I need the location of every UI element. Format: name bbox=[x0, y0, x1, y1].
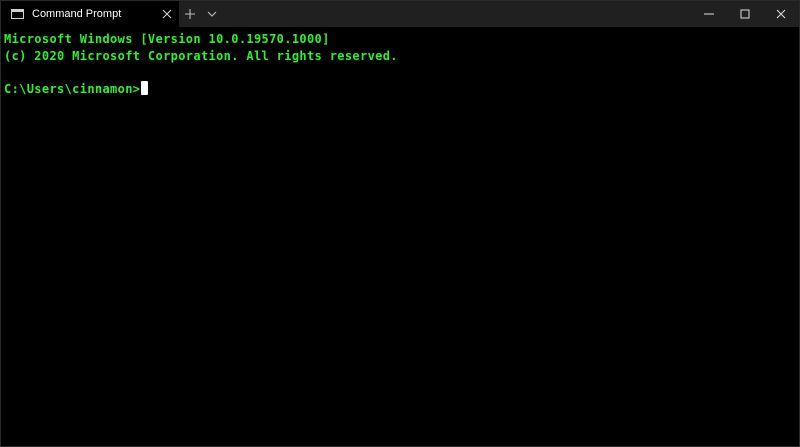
close-icon bbox=[162, 9, 172, 19]
terminal-window: Command Prompt Microsoft Windows [Versio… bbox=[0, 0, 800, 447]
close-icon bbox=[776, 9, 786, 19]
close-window-button[interactable] bbox=[763, 1, 799, 27]
plus-icon bbox=[185, 9, 195, 19]
terminal-icon bbox=[11, 9, 24, 19]
chevron-down-icon bbox=[207, 11, 217, 17]
title-bar[interactable]: Command Prompt bbox=[1, 1, 799, 27]
terminal-output[interactable]: Microsoft Windows [Version 10.0.19570.10… bbox=[4, 31, 794, 441]
new-tab-dropdown-button[interactable] bbox=[201, 1, 223, 27]
maximize-icon bbox=[740, 9, 750, 19]
prompt-line[interactable]: C:\Users\cinnamon> bbox=[4, 80, 794, 98]
new-tab-button[interactable] bbox=[179, 1, 201, 27]
title-bar-drag-area[interactable] bbox=[223, 1, 691, 27]
maximize-button[interactable] bbox=[727, 1, 763, 27]
tab-command-prompt[interactable]: Command Prompt bbox=[1, 1, 179, 27]
minimize-icon bbox=[704, 13, 714, 15]
terminal-line: (c) 2020 Microsoft Corporation. All righ… bbox=[4, 48, 398, 63]
text-cursor bbox=[141, 80, 149, 95]
minimize-button[interactable] bbox=[691, 1, 727, 27]
tab-title: Command Prompt bbox=[32, 8, 122, 20]
terminal-line: Microsoft Windows [Version 10.0.19570.10… bbox=[4, 32, 330, 46]
tab-close-button[interactable] bbox=[159, 6, 175, 22]
prompt-text: C:\Users\cinnamon> bbox=[4, 81, 141, 96]
